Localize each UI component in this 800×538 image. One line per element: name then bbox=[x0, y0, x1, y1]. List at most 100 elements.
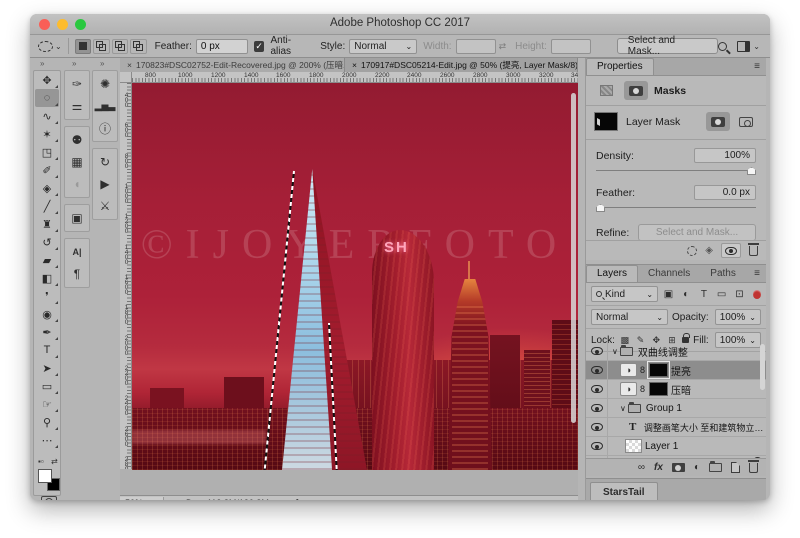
info-panel-icon[interactable]: ⓘ bbox=[94, 117, 116, 139]
load-selection-from-mask-icon[interactable] bbox=[687, 246, 697, 256]
layer-row-type[interactable]: T 调整画笔大小 至和建筑物立面... bbox=[586, 418, 766, 437]
expand-group-icon[interactable]: ∨ bbox=[620, 404, 626, 413]
style-select[interactable]: Normal ⌄ bbox=[349, 39, 417, 54]
marquee-tool[interactable]: ◌ bbox=[35, 89, 59, 107]
layer-row-group[interactable]: ∨ Group 1 bbox=[586, 399, 766, 418]
filter-smart-objects-icon[interactable]: ⊡ bbox=[732, 287, 747, 302]
crop-tool[interactable]: ◳ bbox=[35, 143, 59, 161]
collapse-dock-b-chevrons[interactable]: » bbox=[100, 59, 103, 68]
height-input[interactable] bbox=[551, 39, 591, 54]
width-input[interactable] bbox=[456, 39, 496, 54]
type-tool[interactable]: T bbox=[35, 341, 59, 359]
mask-link-icon[interactable]: 8 bbox=[640, 365, 645, 375]
edit-toolbar-button[interactable]: ⋯ bbox=[35, 431, 59, 449]
new-adjustment-layer-icon[interactable]: ◐ bbox=[694, 462, 700, 473]
new-selection-button[interactable] bbox=[75, 39, 91, 54]
delete-mask-icon[interactable] bbox=[749, 246, 758, 256]
tab-channels[interactable]: Channels bbox=[638, 266, 700, 282]
layer-row-group[interactable]: ∨ 双曲线调整 bbox=[586, 342, 766, 361]
filter-type-layers-icon[interactable]: T bbox=[697, 287, 712, 302]
expand-group-icon[interactable]: ∨ bbox=[612, 347, 618, 356]
curves-adjustment-thumbnail[interactable]: ◑ bbox=[620, 363, 637, 377]
histogram-panel-icon[interactable]: ▂▅▃ bbox=[94, 95, 116, 117]
blend-mode-select[interactable]: Normal ⌄ bbox=[591, 309, 668, 325]
zoom-level-field[interactable]: 50% bbox=[120, 497, 164, 500]
feather-value-field[interactable]: 0.0 px bbox=[694, 185, 756, 200]
link-layers-icon[interactable]: ∞ bbox=[638, 462, 645, 473]
clone-stamp-tool[interactable]: ♜ bbox=[35, 215, 59, 233]
adjustments-panel-icon[interactable]: ✺ bbox=[94, 73, 116, 95]
visibility-cell[interactable] bbox=[586, 361, 608, 379]
visibility-cell[interactable] bbox=[586, 342, 608, 360]
curves-adjustment-thumbnail[interactable]: ◑ bbox=[620, 382, 637, 396]
swap-colors-icon[interactable]: ⇄ bbox=[51, 457, 58, 466]
rectangle-tool[interactable]: ▭ bbox=[35, 377, 59, 395]
layer-mask-thumbnail[interactable] bbox=[649, 382, 668, 396]
search-icon[interactable] bbox=[718, 42, 727, 51]
magic-wand-tool[interactable]: ✶ bbox=[35, 125, 59, 143]
feather-slider-handle[interactable] bbox=[596, 204, 605, 212]
close-tab-icon[interactable]: × bbox=[352, 60, 357, 70]
dodge-tool[interactable]: ◉ bbox=[35, 305, 59, 323]
apply-mask-icon[interactable]: ◈ bbox=[705, 245, 713, 256]
tab-paths[interactable]: Paths bbox=[700, 266, 746, 282]
feather-slider[interactable] bbox=[596, 207, 756, 208]
select-pixel-mask-button[interactable] bbox=[706, 112, 730, 131]
add-vector-mask-button[interactable] bbox=[734, 112, 758, 131]
zoom-tool[interactable]: ⚲ bbox=[35, 413, 59, 431]
layer-row-adjustment[interactable]: ◑ 8 压暗 bbox=[586, 380, 766, 399]
default-colors-icon[interactable]: ▪▫ bbox=[38, 457, 44, 466]
density-slider[interactable] bbox=[596, 170, 756, 171]
toggle-mask-visibility-button[interactable] bbox=[721, 243, 741, 258]
visibility-cell[interactable] bbox=[586, 399, 608, 417]
lasso-tool[interactable]: ∿ bbox=[35, 107, 59, 125]
mask-link-icon[interactable]: 8 bbox=[640, 384, 645, 394]
brush-settings-panel-icon[interactable]: ⚌ bbox=[66, 95, 88, 117]
subtract-selection-button[interactable] bbox=[112, 39, 128, 54]
brush-tool[interactable]: ╱ bbox=[35, 197, 59, 215]
feather-input[interactable] bbox=[196, 39, 248, 54]
collapse-toolbar-chevrons[interactable]: » bbox=[40, 59, 43, 68]
history-brush-tool[interactable]: ↺ bbox=[35, 233, 59, 251]
workspace-switcher[interactable]: ⌄ bbox=[737, 41, 760, 52]
layer-mask-thumbnail[interactable] bbox=[649, 363, 668, 377]
new-group-icon[interactable] bbox=[709, 463, 722, 472]
panel-menu-icon[interactable]: ≡ bbox=[754, 61, 760, 72]
paragraph-panel-icon[interactable]: ¶ bbox=[66, 263, 88, 285]
eyedropper-tool[interactable]: ✐ bbox=[35, 161, 59, 179]
refine-select-and-mask-button[interactable]: Select and Mask... bbox=[638, 224, 756, 241]
patterns-panel-icon[interactable]: ▦ bbox=[66, 151, 88, 173]
learn-panel-icon[interactable]: ◖ bbox=[66, 173, 88, 195]
layer-list-scrollbar[interactable] bbox=[760, 344, 765, 390]
eraser-tool[interactable]: ▰ bbox=[35, 251, 59, 269]
tool-presets-panel-icon[interactable]: ⚔ bbox=[94, 195, 116, 217]
actions-panel-icon[interactable]: ▶ bbox=[94, 173, 116, 195]
panel-menu-icon[interactable]: ≡ bbox=[754, 268, 760, 279]
adjustment-properties-button[interactable] bbox=[594, 81, 618, 100]
hand-tool[interactable]: ☞ bbox=[35, 395, 59, 413]
status-options-arrow[interactable]: ❯ bbox=[295, 498, 302, 500]
character-panel-icon[interactable]: A| bbox=[66, 241, 88, 263]
filter-shape-layers-icon[interactable]: ▭ bbox=[714, 287, 729, 302]
opacity-select[interactable]: 100% ⌄ bbox=[715, 309, 761, 325]
layer-row-adjustment-selected[interactable]: ◑ 8 提亮 bbox=[586, 361, 766, 380]
delete-layer-icon[interactable] bbox=[749, 463, 758, 473]
select-and-mask-button[interactable]: Select and Mask... bbox=[617, 38, 718, 54]
intersect-selection-button[interactable] bbox=[130, 39, 146, 54]
mask-properties-button[interactable] bbox=[624, 81, 648, 100]
foreground-color-swatch[interactable] bbox=[38, 469, 52, 483]
canvas-image[interactable]: ©IJOYERFOTO SH bbox=[132, 83, 578, 470]
collapse-dock-a-chevrons[interactable]: » bbox=[72, 59, 75, 68]
move-tool[interactable]: ✥ bbox=[35, 71, 59, 89]
blur-tool[interactable]: ❜ bbox=[35, 287, 59, 305]
document-tab-active[interactable]: × 170917#DSC05214-Edit.jpg @ 50% (提亮, La… bbox=[345, 58, 578, 72]
path-selection-tool[interactable]: ➤ bbox=[35, 359, 59, 377]
canvas-vertical-scrollbar[interactable] bbox=[571, 93, 576, 423]
layer-style-icon[interactable]: fx bbox=[654, 462, 663, 473]
add-selection-button[interactable] bbox=[93, 39, 109, 54]
document-tab-inactive[interactable]: × 170823#DSC02752-Edit-Recovered.jpg @ 2… bbox=[120, 58, 345, 72]
filter-pixel-layers-icon[interactable]: ▣ bbox=[661, 287, 676, 302]
layer-thumbnail[interactable] bbox=[625, 439, 642, 453]
quick-mask-button[interactable] bbox=[41, 496, 57, 500]
clone-source-panel-icon[interactable]: ▣ bbox=[66, 207, 88, 229]
